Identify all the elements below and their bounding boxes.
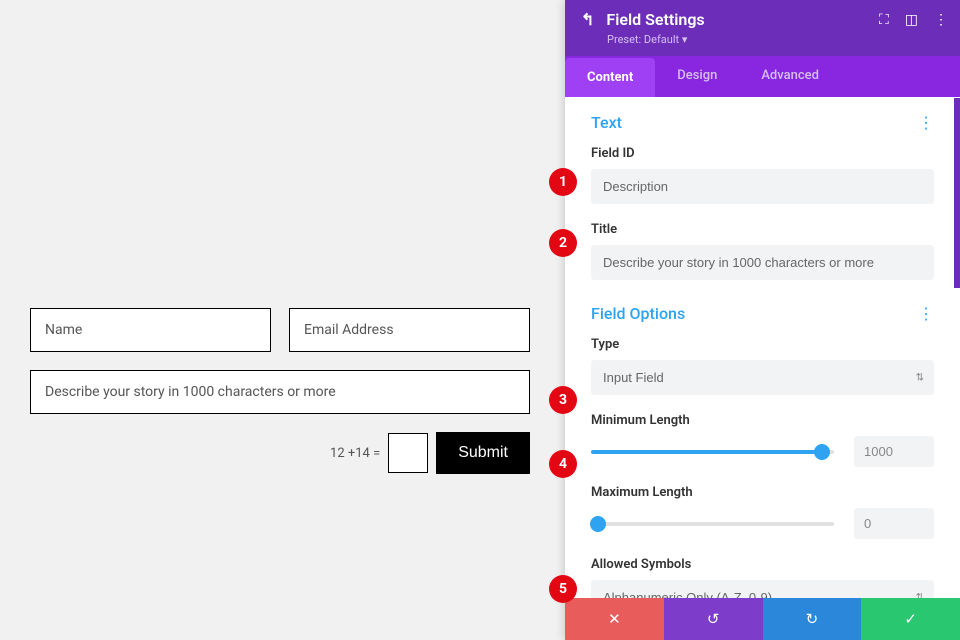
min-length-input[interactable] <box>854 436 934 467</box>
panel-tabs: Content Design Advanced <box>565 56 960 97</box>
submit-button[interactable]: Submit <box>436 432 530 474</box>
annotation-badge-2: 2 <box>549 229 577 257</box>
undo-icon: ↺ <box>707 610 720 628</box>
section-menu-icon[interactable]: ⋮ <box>918 113 934 132</box>
panel-footer: ✕ ↺ ↻ ✓ <box>565 598 960 640</box>
max-length-input[interactable] <box>854 508 934 539</box>
title-label: Title <box>591 222 934 237</box>
expand-icon[interactable]: ⛶ <box>879 12 889 28</box>
preset-dropdown[interactable]: Preset: Default ▾ <box>607 33 944 46</box>
annotation-badge-5: 5 <box>549 575 577 603</box>
captcha-input[interactable] <box>388 433 428 473</box>
snap-icon[interactable]: ◫ <box>905 12 918 28</box>
min-length-slider[interactable] <box>591 450 834 454</box>
undo-button[interactable]: ↺ <box>664 598 763 640</box>
annotation-badge-4: 4 <box>549 450 577 478</box>
title-input[interactable] <box>591 245 934 280</box>
captcha-label: 12 +14 = <box>330 446 380 461</box>
panel-body[interactable]: Text ⋮ Field ID Title Field Options ⋮ Ty… <box>565 97 960 598</box>
scrollbar-thumb[interactable] <box>954 98 960 288</box>
field-id-label: Field ID <box>591 146 934 161</box>
check-icon: ✓ <box>904 610 917 628</box>
tab-design[interactable]: Design <box>655 56 739 97</box>
allowed-symbols-label: Allowed Symbols <box>591 557 934 572</box>
email-field[interactable]: Email Address <box>289 308 530 352</box>
contact-form: Name Email Address Describe your story i… <box>30 308 530 474</box>
redo-icon: ↻ <box>806 610 819 628</box>
panel-title: Field Settings <box>606 10 704 29</box>
annotation-badge-3: 3 <box>549 386 577 414</box>
min-length-label: Minimum Length <box>591 413 934 428</box>
max-length-slider[interactable] <box>591 522 834 526</box>
tab-content[interactable]: Content <box>565 58 655 97</box>
allowed-symbols-select[interactable] <box>591 580 934 598</box>
annotation-badge-1: 1 <box>549 168 577 196</box>
type-select[interactable] <box>591 360 934 395</box>
slider-thumb[interactable] <box>590 516 606 532</box>
menu-icon[interactable]: ⋮ <box>934 12 948 28</box>
close-icon: ✕ <box>608 610 621 628</box>
name-field[interactable]: Name <box>30 308 271 352</box>
tab-advanced[interactable]: Advanced <box>739 56 841 97</box>
section-field-options: Field Options ⋮ Type ⇅ Minimum Length <box>591 304 934 598</box>
section-text: Text ⋮ Field ID Title <box>591 113 934 280</box>
cancel-button[interactable]: ✕ <box>565 598 664 640</box>
section-title-options: Field Options <box>591 304 685 323</box>
back-icon[interactable]: ↰ <box>581 10 594 29</box>
slider-thumb[interactable] <box>814 444 830 460</box>
form-preview-canvas: Name Email Address Describe your story i… <box>0 0 560 640</box>
field-id-input[interactable] <box>591 169 934 204</box>
section-title-text: Text <box>591 113 622 132</box>
redo-button[interactable]: ↻ <box>763 598 862 640</box>
settings-panel: ↰ Field Settings ⛶ ◫ ⋮ Preset: Default ▾… <box>565 0 960 640</box>
save-button[interactable]: ✓ <box>861 598 960 640</box>
max-length-label: Maximum Length <box>591 485 934 500</box>
story-field[interactable]: Describe your story in 1000 characters o… <box>30 370 530 414</box>
section-menu-icon[interactable]: ⋮ <box>918 304 934 323</box>
panel-header: ↰ Field Settings ⛶ ◫ ⋮ Preset: Default ▾ <box>565 0 960 56</box>
type-label: Type <box>591 337 934 352</box>
